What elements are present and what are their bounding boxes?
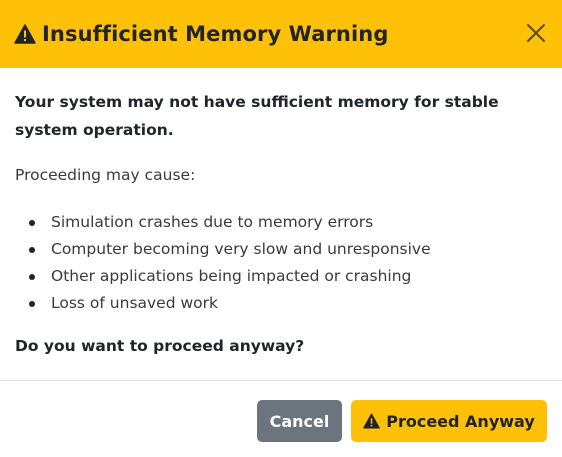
list-item: Simulation crashes due to memory errors xyxy=(15,209,431,236)
dialog-title: Insufficient Memory Warning xyxy=(42,22,389,46)
list-item-text: Other applications being impacted or cra… xyxy=(51,267,412,285)
cancel-button[interactable]: Cancel xyxy=(257,400,342,442)
list-item: Loss of unsaved work xyxy=(15,290,431,317)
list-item: Computer becoming very slow and unrespon… xyxy=(15,236,431,263)
dialog-header: Insufficient Memory Warning xyxy=(0,0,562,68)
dialog-body: Your system may not have sufficient memo… xyxy=(15,88,525,355)
dialog-title-group: Insufficient Memory Warning xyxy=(14,22,388,46)
list-item-text: Computer becoming very slow and unrespon… xyxy=(51,240,431,258)
proceed-anyway-button[interactable]: Proceed Anyway xyxy=(351,400,547,442)
intro-text: Proceeding may cause: xyxy=(15,166,196,184)
list-item: Other applications being impacted or cra… xyxy=(15,263,431,290)
bullet-icon xyxy=(29,301,35,307)
bullet-icon xyxy=(29,247,35,253)
warning-triangle-icon xyxy=(363,413,381,429)
lead-message: Your system may not have sufficient memo… xyxy=(15,93,499,139)
bullet-icon xyxy=(29,274,35,280)
list-item-text: Simulation crashes due to memory errors xyxy=(51,213,374,231)
close-button[interactable] xyxy=(526,23,546,43)
dialog-footer: Cancel Proceed Anyway xyxy=(0,380,562,457)
memory-warning-dialog: Insufficient Memory Warning Your system … xyxy=(0,0,562,457)
warning-triangle-icon xyxy=(14,24,36,44)
confirm-question: Do you want to proceed anyway? xyxy=(15,337,305,355)
proceed-button-label: Proceed Anyway xyxy=(386,411,535,431)
close-icon[interactable] xyxy=(526,23,546,43)
bullet-icon xyxy=(29,220,35,226)
cancel-button-label: Cancel xyxy=(269,411,330,431)
list-item-text: Loss of unsaved work xyxy=(51,294,218,312)
consequence-list: Simulation crashes due to memory errors … xyxy=(15,209,431,317)
